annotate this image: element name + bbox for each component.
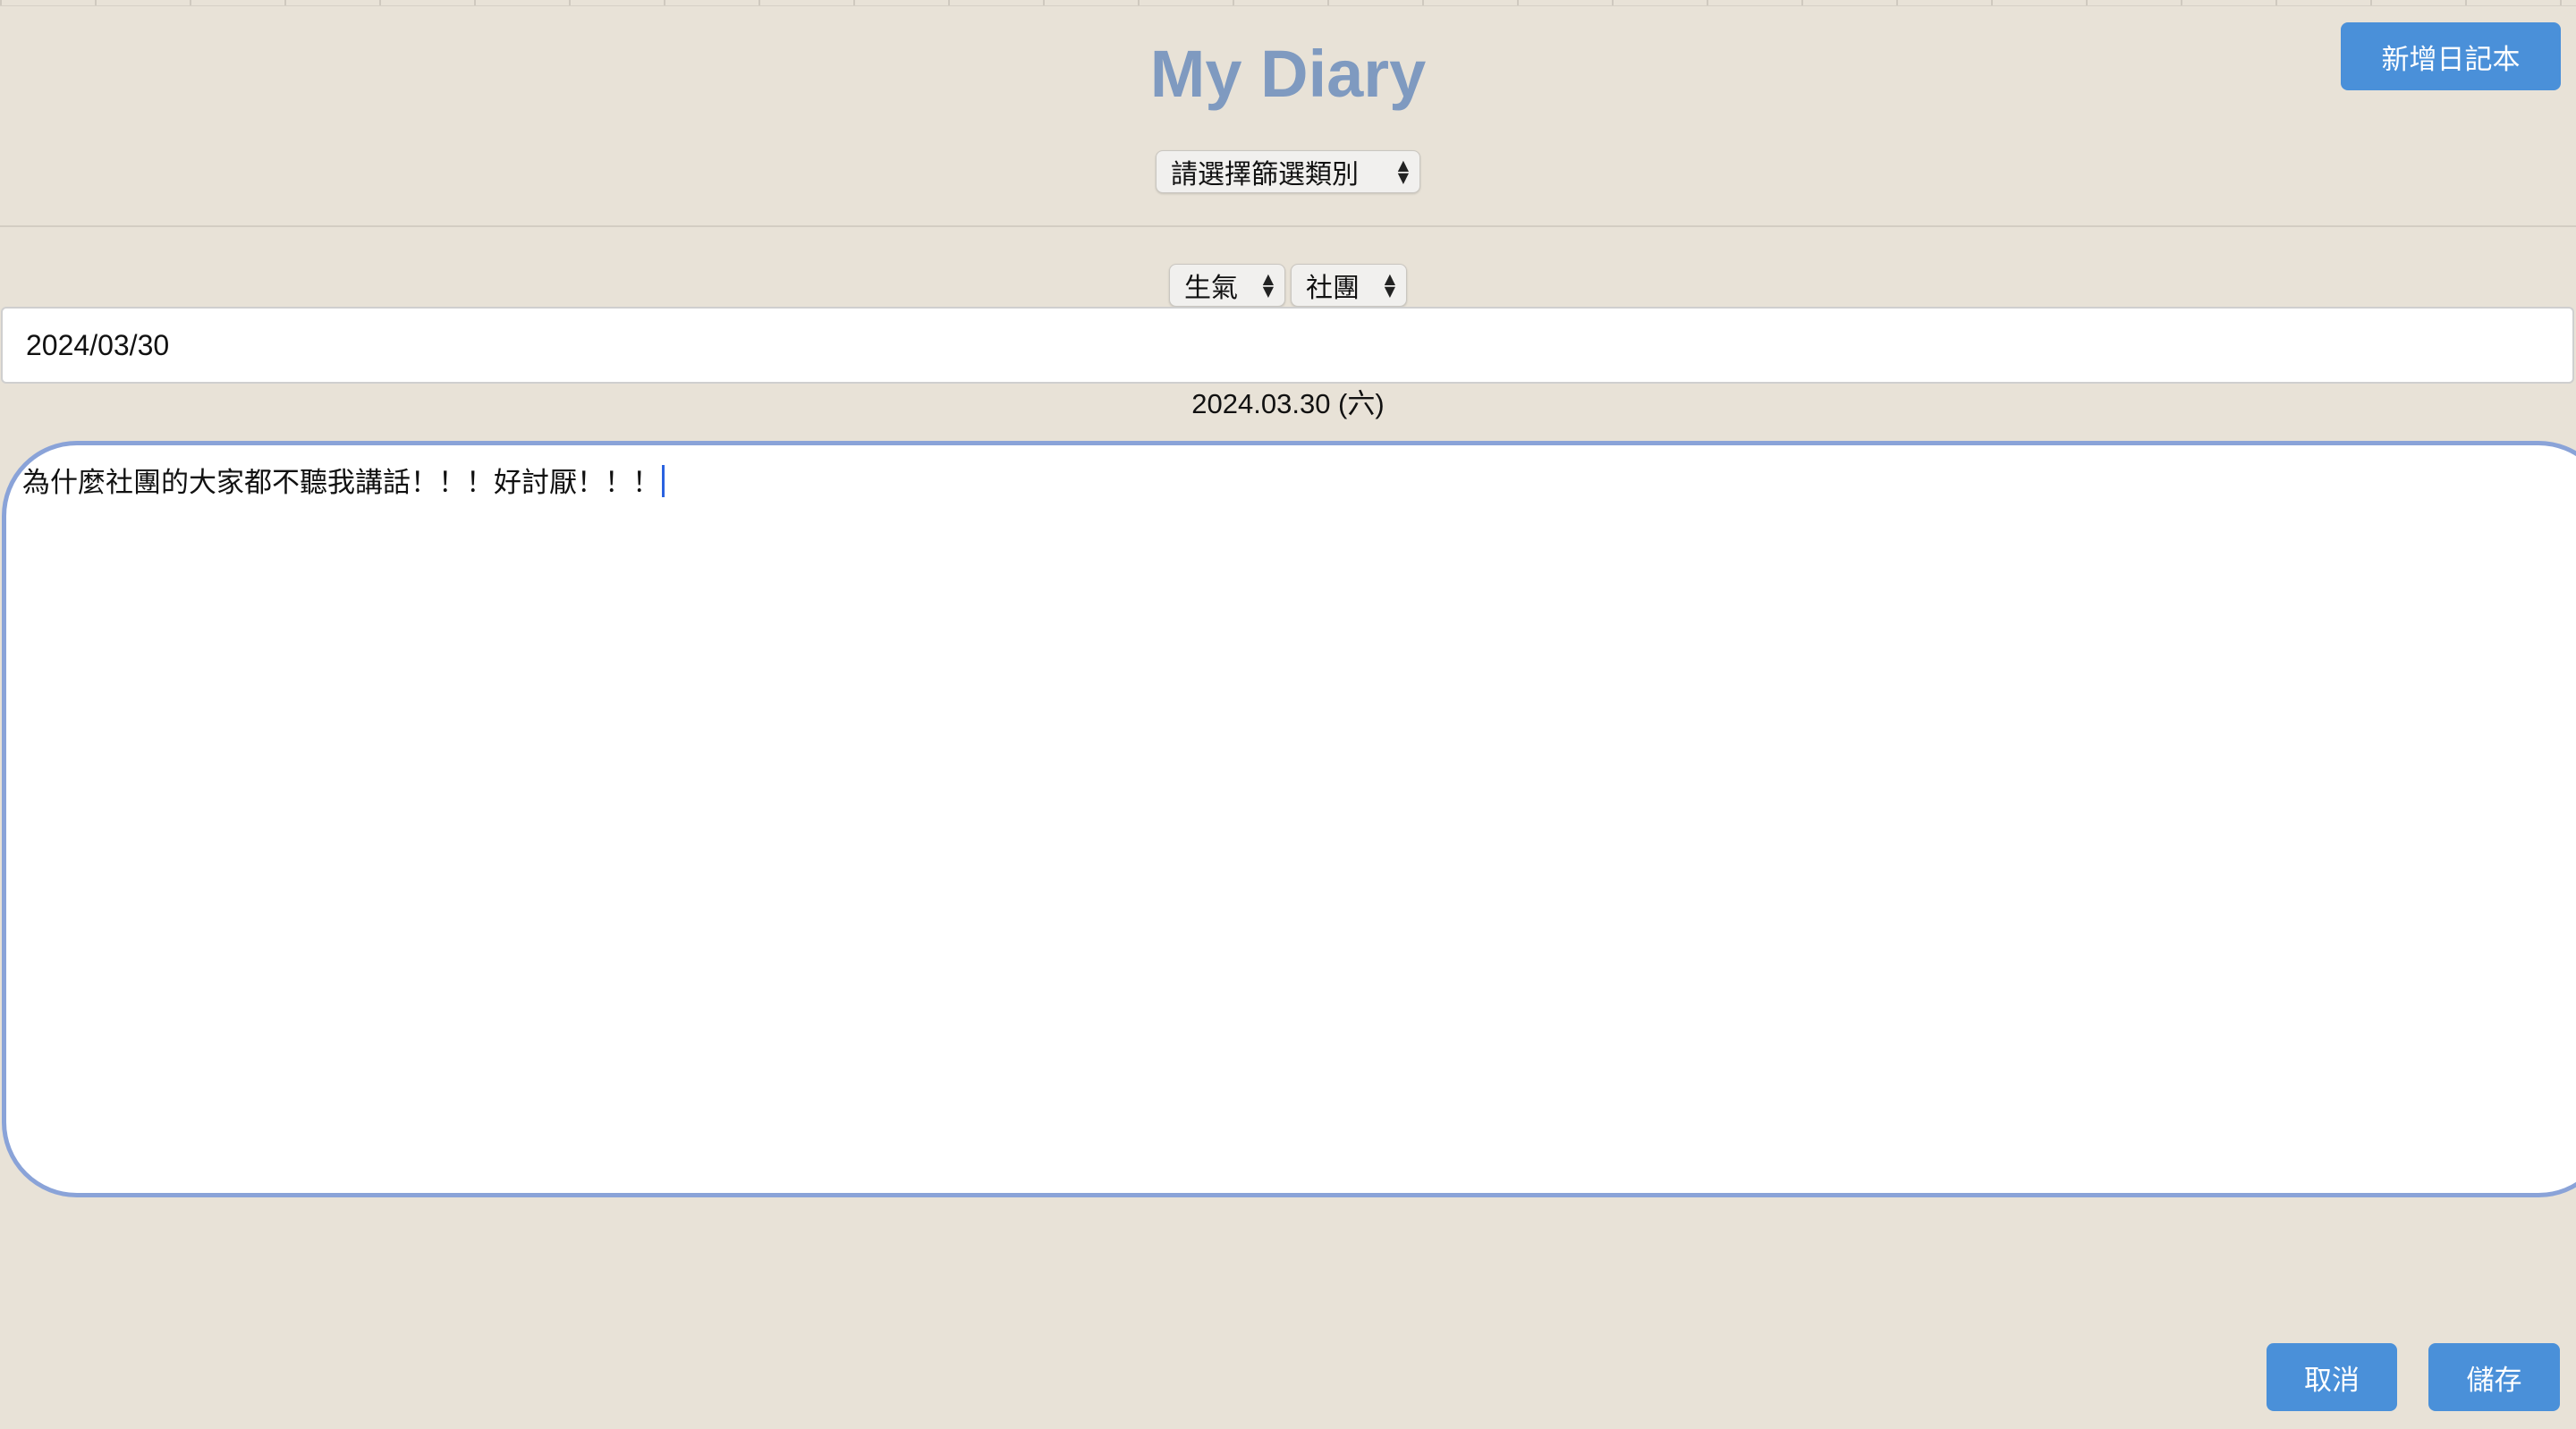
text-caret [662, 465, 665, 497]
select-arrows-icon: ▲ ▼ [1384, 270, 1395, 300]
date-input[interactable]: 2024/03/30 [1, 307, 2574, 384]
category-select[interactable]: 社團 ▲ ▼ [1291, 264, 1407, 307]
save-button[interactable]: 儲存 [2428, 1343, 2560, 1411]
diary-content-text: 為什麼社團的大家都不聽我講話！！！好討厭！！！ [22, 467, 660, 499]
diary-content-textarea[interactable]: 為什麼社團的大家都不聽我講話！！！好討厭！！！ [2, 441, 2576, 1197]
category-select-value: 社團 [1306, 273, 1360, 304]
top-ruler-strip [0, 0, 2576, 6]
date-input-value: 2024/03/30 [26, 328, 170, 361]
date-display: 2024.03.30 (六) [1191, 388, 1385, 419]
mood-select-value: 生氣 [1184, 273, 1238, 304]
mood-select[interactable]: 生氣 ▲ ▼ [1169, 264, 1285, 307]
cancel-button[interactable]: 取消 [2267, 1343, 2397, 1411]
select-arrows-icon: ▲ ▼ [1262, 270, 1274, 300]
select-arrows-icon: ▲ ▼ [1397, 156, 1409, 186]
page-title: My Diary [1149, 37, 1427, 111]
filter-category-select[interactable]: 請選擇篩選類別 ▲ ▼ [1156, 150, 1420, 193]
new-diary-button[interactable]: 新增日記本 [2341, 22, 2561, 90]
filter-category-select-value: 請選擇篩選類別 [1171, 159, 1359, 190]
header-divider [0, 225, 2576, 227]
